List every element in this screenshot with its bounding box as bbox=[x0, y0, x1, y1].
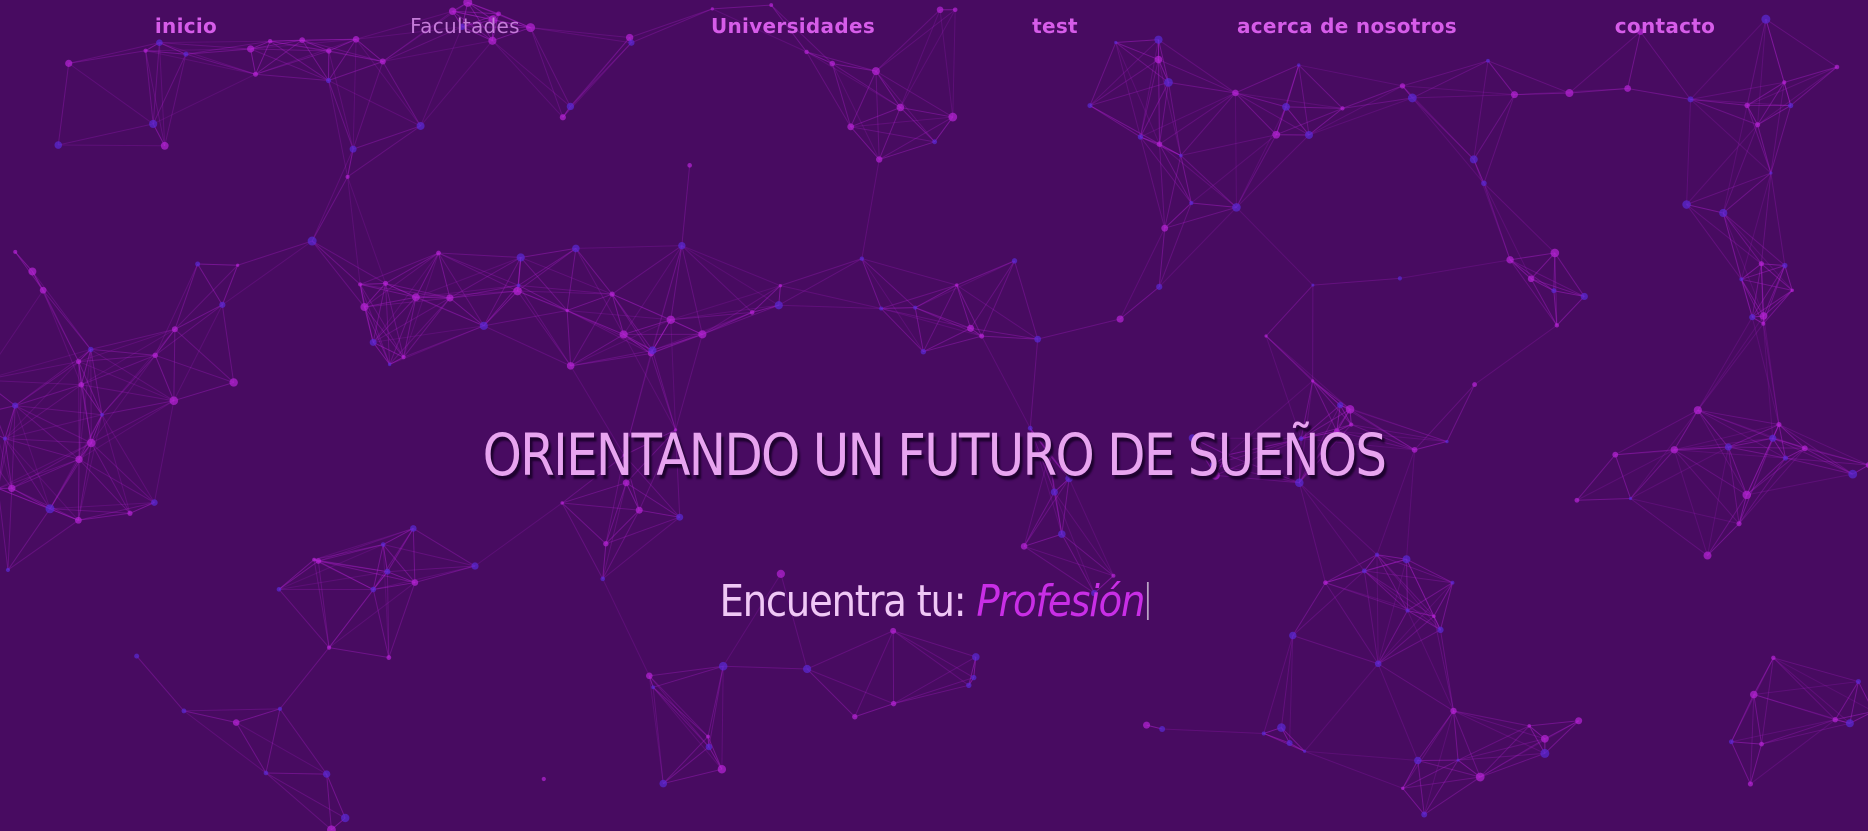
nav-facultades[interactable]: Facultades bbox=[410, 14, 520, 38]
particle-network-background bbox=[0, 0, 1868, 831]
nav-inicio[interactable]: inicio bbox=[155, 14, 217, 38]
hero-subtitle: Encuentra tu: Profesión bbox=[112, 580, 1756, 624]
subtitle-prefix: Encuentra tu: bbox=[719, 576, 966, 627]
top-navigation: inicio Facultades Universidades test ace… bbox=[0, 14, 1868, 44]
hero-title: ORIENTANDO UN FUTURO DE SUEÑOS bbox=[482, 421, 1387, 489]
nav-test[interactable]: test bbox=[1032, 14, 1078, 38]
typing-cursor bbox=[1146, 582, 1149, 620]
nav-contacto[interactable]: contacto bbox=[1615, 14, 1715, 38]
nav-acerca[interactable]: acerca de nosotros bbox=[1237, 14, 1457, 38]
nav-universidades[interactable]: Universidades bbox=[711, 14, 875, 38]
typed-word: Profesión bbox=[976, 576, 1145, 627]
